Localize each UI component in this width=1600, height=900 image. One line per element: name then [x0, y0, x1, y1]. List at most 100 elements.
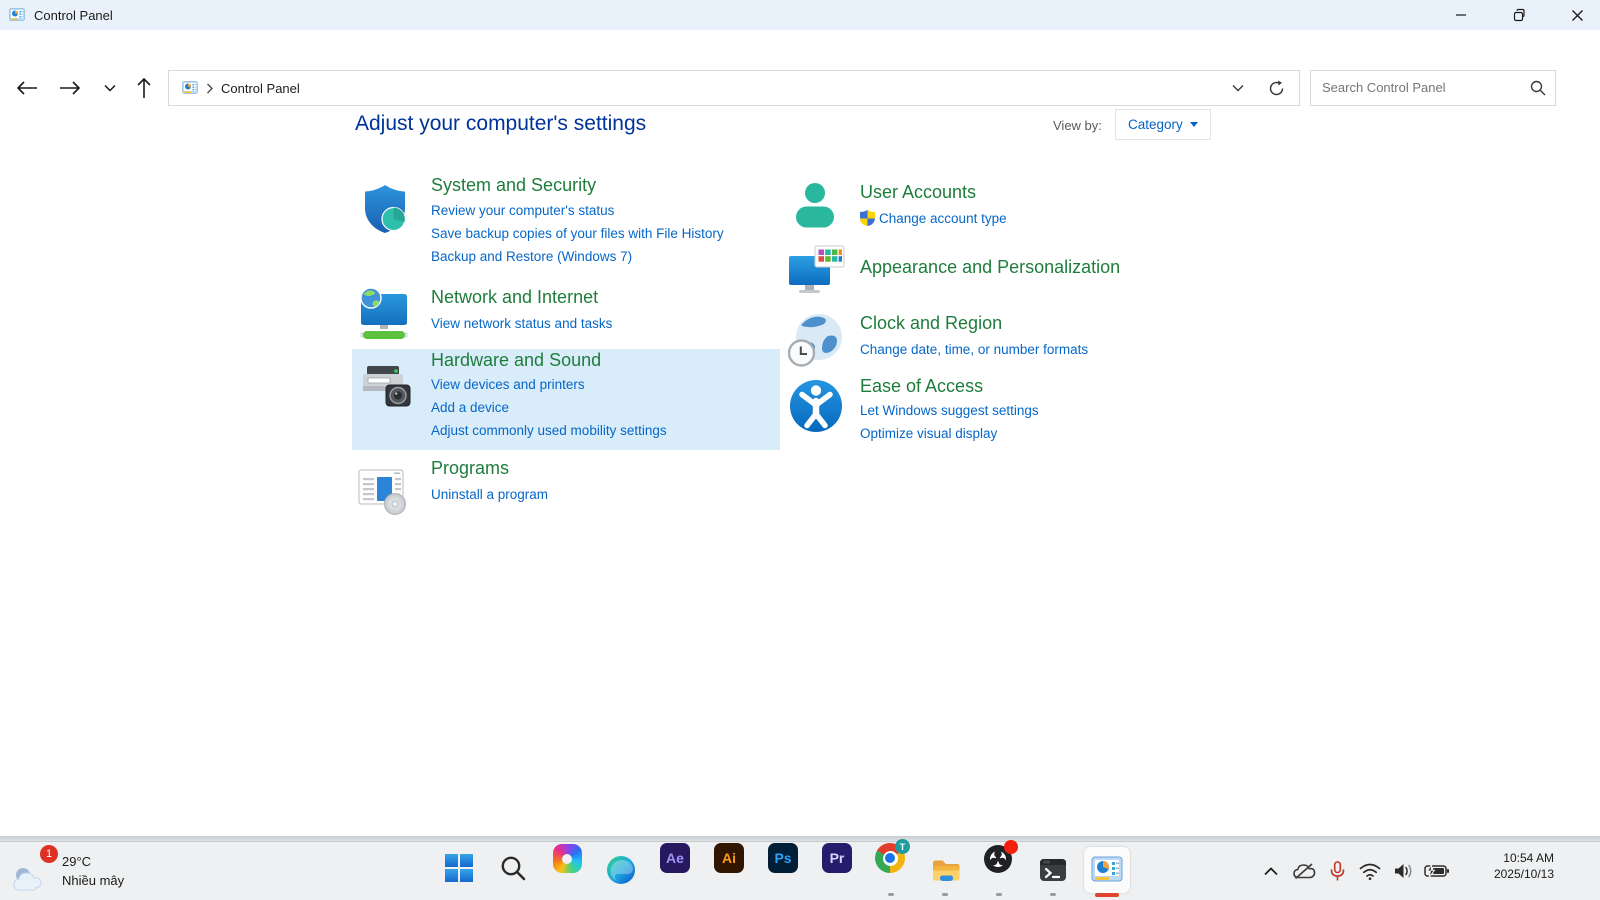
- windows-start-icon: [445, 854, 473, 882]
- running-indicator: [996, 893, 1002, 896]
- terminal-icon: [1037, 854, 1069, 886]
- running-indicator: [1050, 893, 1056, 896]
- notification-badge: 1: [40, 845, 58, 863]
- chrome-button[interactable]: T: [864, 842, 918, 900]
- minimize-icon: [1455, 9, 1467, 21]
- refresh-button[interactable]: [1259, 71, 1293, 105]
- terminal-button[interactable]: [1026, 842, 1080, 900]
- view-by-dropdown[interactable]: Category: [1115, 109, 1211, 140]
- microphone-icon: [1330, 861, 1345, 882]
- link-view-network-status[interactable]: View network status and tasks: [431, 316, 612, 331]
- navigation-toolbar: Control Panel: [0, 30, 1600, 84]
- after-effects-icon: Ae: [660, 843, 690, 873]
- link-network-and-internet[interactable]: Network and Internet: [431, 287, 598, 308]
- cloud-slash-icon: [1292, 862, 1316, 880]
- photoshop-button[interactable]: Ps: [756, 842, 810, 900]
- file-explorer-button[interactable]: [918, 842, 972, 900]
- start-button[interactable]: [432, 842, 486, 900]
- chevron-down-icon: [104, 84, 116, 92]
- obs-recording-badge: [1004, 840, 1018, 854]
- illustrator-icon: Ai: [714, 843, 744, 873]
- link-file-history[interactable]: Save backup copies of your files with Fi…: [431, 226, 724, 241]
- link-hardware-and-sound[interactable]: Hardware and Sound: [431, 350, 601, 371]
- up-arrow-icon: [137, 77, 151, 99]
- printer-camera-icon[interactable]: [360, 362, 412, 412]
- onedrive-status-button[interactable]: [1290, 851, 1318, 891]
- wifi-button[interactable]: [1356, 851, 1384, 891]
- wifi-icon: [1359, 863, 1381, 880]
- breadcrumb-control-panel[interactable]: Control Panel: [221, 81, 300, 96]
- maximize-restore-button[interactable]: [1496, 0, 1542, 30]
- link-view-devices-printers[interactable]: View devices and printers: [431, 377, 585, 392]
- link-mobility-settings[interactable]: Adjust commonly used mobility settings: [431, 423, 667, 438]
- link-appearance-personalization[interactable]: Appearance and Personalization: [860, 257, 1120, 278]
- clock-region-icon[interactable]: [788, 312, 844, 368]
- window-title: Control Panel: [34, 8, 113, 23]
- link-user-accounts[interactable]: User Accounts: [860, 182, 976, 203]
- minimize-button[interactable]: [1438, 0, 1484, 30]
- weather-widget[interactable]: 1 29°C Nhiều mây: [12, 844, 124, 898]
- control-panel-window: Control Panel: [0, 0, 1600, 836]
- link-review-computer-status[interactable]: Review your computer's status: [431, 203, 614, 218]
- back-button[interactable]: [13, 74, 41, 102]
- search-icon: [499, 854, 527, 882]
- change-account-type-row[interactable]: Change account type: [860, 210, 1007, 226]
- search-input[interactable]: [1322, 71, 1522, 103]
- user-accounts-icon[interactable]: [788, 180, 842, 234]
- link-programs[interactable]: Programs: [431, 458, 509, 479]
- obs-button[interactable]: [972, 842, 1026, 900]
- link-backup-restore[interactable]: Backup and Restore (Windows 7): [431, 249, 632, 264]
- active-app-indicator: [1095, 893, 1119, 897]
- edge-button[interactable]: [594, 842, 648, 900]
- running-indicator: [942, 893, 948, 896]
- up-button[interactable]: [130, 74, 158, 102]
- search-button[interactable]: [486, 842, 540, 900]
- uac-shield-icon: [860, 210, 875, 226]
- weather-condition: Nhiều mây: [62, 871, 124, 890]
- taskbar-apps: Ae Ai Ps Pr T: [432, 842, 1134, 900]
- battery-charging-icon: [1424, 864, 1449, 878]
- forward-button[interactable]: [56, 74, 84, 102]
- close-icon: [1571, 9, 1584, 22]
- control-panel-taskbar-button[interactable]: [1080, 842, 1134, 900]
- clock-date-widget[interactable]: 10:54 AM 2025/10/13: [1494, 850, 1554, 882]
- after-effects-button[interactable]: Ae: [648, 842, 702, 900]
- battery-button[interactable]: [1422, 851, 1450, 891]
- tray-date: 2025/10/13: [1494, 866, 1554, 882]
- close-button[interactable]: [1554, 0, 1600, 30]
- microphone-in-use-button[interactable]: [1323, 851, 1351, 891]
- link-add-a-device[interactable]: Add a device: [431, 400, 509, 415]
- copilot-button[interactable]: [540, 842, 594, 900]
- link-optimize-visual-display[interactable]: Optimize visual display: [860, 426, 997, 441]
- search-box[interactable]: [1310, 70, 1556, 106]
- link-change-account-type[interactable]: Change account type: [879, 211, 1007, 226]
- edge-icon: [605, 854, 637, 886]
- link-clock-and-region[interactable]: Clock and Region: [860, 313, 1002, 334]
- security-shield-icon[interactable]: [358, 182, 412, 236]
- titlebar[interactable]: Control Panel: [0, 0, 1600, 30]
- forward-arrow-icon: [59, 81, 81, 95]
- cloud-icon: [12, 863, 50, 891]
- running-indicator: [888, 893, 894, 896]
- search-icon[interactable]: [1530, 80, 1546, 96]
- address-dropdown-button[interactable]: [1221, 71, 1255, 105]
- link-ease-of-access[interactable]: Ease of Access: [860, 376, 983, 397]
- appearance-icon[interactable]: [788, 245, 845, 302]
- chrome-profile-badge: T: [895, 839, 910, 854]
- recent-pages-button[interactable]: [96, 74, 124, 102]
- control-panel-icon: [9, 7, 25, 23]
- network-icon[interactable]: [358, 287, 412, 341]
- premiere-button[interactable]: Pr: [810, 842, 864, 900]
- link-change-date-time-formats[interactable]: Change date, time, or number formats: [860, 342, 1088, 357]
- link-system-and-security[interactable]: System and Security: [431, 175, 596, 196]
- file-explorer-icon: [929, 854, 961, 886]
- tray-overflow-button[interactable]: [1257, 851, 1285, 891]
- programs-icon[interactable]: [356, 462, 410, 516]
- link-uninstall-program[interactable]: Uninstall a program: [431, 487, 548, 502]
- volume-button[interactable]: [1389, 851, 1417, 891]
- address-bar[interactable]: Control Panel: [168, 70, 1300, 106]
- link-windows-suggest-settings[interactable]: Let Windows suggest settings: [860, 403, 1039, 418]
- illustrator-button[interactable]: Ai: [702, 842, 756, 900]
- view-by-value: Category: [1128, 117, 1183, 132]
- ease-of-access-icon[interactable]: [788, 378, 844, 434]
